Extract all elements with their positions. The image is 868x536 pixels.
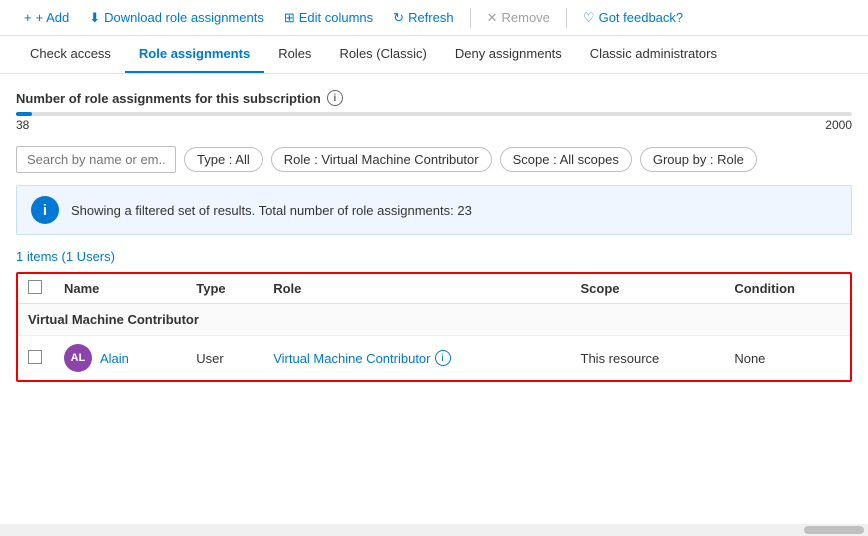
role-assignments-table: Name Type Role Scope Condition	[18, 274, 850, 380]
tabs-bar: Check access Role assignments Roles Role…	[0, 36, 868, 74]
col-type: Type	[186, 274, 263, 304]
name-cell: AL Alain	[64, 344, 176, 372]
tab-role-assignments[interactable]: Role assignments	[125, 36, 264, 73]
separator-1	[470, 8, 471, 28]
refresh-button[interactable]: ↻ Refresh	[385, 6, 461, 30]
page-wrapper: + + Add ⬇ Download role assignments ⊞ Ed…	[0, 0, 868, 536]
heart-icon: ♡	[583, 10, 595, 26]
col-name: Name	[54, 274, 186, 304]
progress-container: 38 2000	[16, 112, 852, 132]
progress-labels: 38 2000	[16, 118, 852, 132]
table-row: AL Alain User Virtu	[18, 336, 850, 381]
remove-icon: ✕	[487, 10, 498, 26]
row-scope-cell: This resource	[571, 336, 725, 381]
role-filter-chip[interactable]: Role : Virtual Machine Contributor	[271, 147, 492, 172]
row-type-cell: User	[186, 336, 263, 381]
role-info-icon[interactable]: i	[435, 350, 451, 366]
horizontal-scrollbar[interactable]	[0, 524, 868, 536]
col-checkbox	[18, 274, 54, 304]
row-checkbox-cell	[18, 336, 54, 381]
main-content: Number of role assignments for this subs…	[0, 74, 868, 382]
row-checkbox[interactable]	[28, 350, 42, 364]
feedback-button[interactable]: ♡ Got feedback?	[575, 6, 691, 30]
table-wrapper: Name Type Role Scope Condition	[16, 272, 852, 382]
tab-check-access[interactable]: Check access	[16, 36, 125, 73]
group-label: Virtual Machine Contributor	[18, 304, 850, 336]
banner-info-icon: i	[31, 196, 59, 224]
progress-fill	[16, 112, 32, 116]
info-banner: i Showing a filtered set of results. Tot…	[16, 185, 852, 235]
tab-roles[interactable]: Roles	[264, 36, 325, 73]
remove-label: Remove	[502, 10, 550, 25]
filters-row: Type : All Role : Virtual Machine Contri…	[16, 146, 852, 173]
tab-deny-assignments[interactable]: Deny assignments	[441, 36, 576, 73]
scope-filter-chip[interactable]: Scope : All scopes	[500, 147, 632, 172]
refresh-label: Refresh	[408, 10, 454, 25]
plus-icon: +	[24, 10, 32, 25]
edit-columns-label: Edit columns	[299, 10, 373, 25]
scrollbar-thumb[interactable]	[804, 526, 864, 534]
toolbar: + + Add ⬇ Download role assignments ⊞ Ed…	[0, 0, 868, 36]
items-count: 1 items (1 Users)	[16, 249, 852, 264]
progress-track	[16, 112, 852, 116]
banner-text: Showing a filtered set of results. Total…	[71, 203, 472, 218]
edit-columns-button[interactable]: ⊞ Edit columns	[276, 6, 381, 30]
tab-classic-admin[interactable]: Classic administrators	[576, 36, 731, 73]
header-checkbox[interactable]	[28, 280, 42, 294]
group-row: Virtual Machine Contributor	[18, 304, 850, 336]
row-condition-cell: None	[724, 336, 850, 381]
add-label: + Add	[36, 10, 70, 25]
row-role-cell: Virtual Machine Contributor i	[263, 336, 570, 381]
separator-2	[566, 8, 567, 28]
progress-max: 2000	[825, 118, 852, 132]
download-label: Download role assignments	[104, 10, 264, 25]
feedback-label: Got feedback?	[599, 10, 684, 25]
col-role: Role	[263, 274, 570, 304]
progress-current: 38	[16, 118, 29, 132]
user-name-link[interactable]: Alain	[100, 351, 129, 366]
section-title-text: Number of role assignments for this subs…	[16, 91, 321, 106]
add-button[interactable]: + + Add	[16, 6, 77, 29]
search-input[interactable]	[16, 146, 176, 173]
col-condition: Condition	[724, 274, 850, 304]
info-icon[interactable]: i	[327, 90, 343, 106]
tab-roles-classic[interactable]: Roles (Classic)	[325, 36, 440, 73]
section-title-row: Number of role assignments for this subs…	[16, 90, 852, 106]
download-button[interactable]: ⬇ Download role assignments	[81, 6, 272, 30]
role-link[interactable]: Virtual Machine Contributor i	[273, 350, 560, 366]
refresh-icon: ↻	[393, 10, 404, 26]
columns-icon: ⊞	[284, 10, 295, 26]
download-icon: ⬇	[89, 10, 100, 26]
type-filter-chip[interactable]: Type : All	[184, 147, 263, 172]
table-header: Name Type Role Scope Condition	[18, 274, 850, 304]
col-scope: Scope	[571, 274, 725, 304]
avatar: AL	[64, 344, 92, 372]
groupby-filter-chip[interactable]: Group by : Role	[640, 147, 757, 172]
remove-button[interactable]: ✕ Remove	[479, 6, 558, 30]
row-name-cell: AL Alain	[54, 336, 186, 381]
